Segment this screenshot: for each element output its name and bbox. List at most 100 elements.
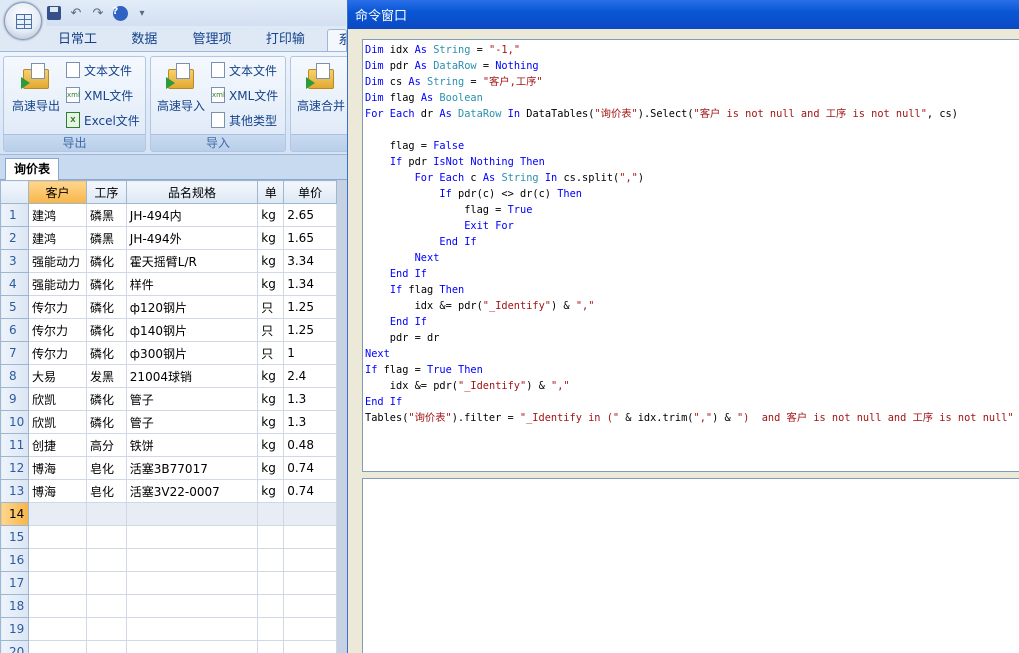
cell-unit-price[interactable]: 0.48 — [283, 433, 337, 457]
row-header[interactable]: 17 — [0, 571, 29, 595]
table-row[interactable]: 2 建鸿 磷黑 JH-494外 kg 1.65 — [0, 226, 337, 250]
cell-unit-price[interactable]: 0.74 — [283, 456, 337, 480]
table-row[interactable]: 19 — [0, 617, 337, 641]
table-row[interactable]: 1 建鸿 磷黑 JH-494内 kg 2.65 — [0, 203, 337, 227]
cell-process[interactable] — [85, 548, 127, 572]
fast-merge-button[interactable]: 高速合并 — [291, 61, 347, 114]
cell-unit-price[interactable] — [283, 571, 337, 595]
cell-customer[interactable]: 博海 — [27, 479, 87, 503]
cell-product-spec[interactable]: 管子 — [125, 387, 259, 411]
cell-unit[interactable] — [257, 617, 285, 641]
cell-product-spec[interactable]: JH-494外 — [125, 226, 259, 250]
tab-inquiry-table[interactable]: 询价表 — [5, 158, 60, 180]
cell-unit-price[interactable]: 2.65 — [283, 203, 337, 227]
column-header-unit-price[interactable]: 单价 — [283, 180, 337, 204]
cell-process[interactable]: 皂化 — [85, 456, 127, 480]
application-menu-button[interactable] — [4, 2, 42, 40]
export-excel-file-button[interactable]: X Excel文件 — [66, 110, 140, 130]
import-text-file-button[interactable]: 文本文件 — [211, 60, 277, 80]
cell-customer[interactable]: 建鸿 — [27, 203, 87, 227]
cell-unit[interactable]: kg — [257, 249, 285, 273]
cell-customer[interactable]: 创捷 — [27, 433, 87, 457]
table-row[interactable]: 11 创捷 高分 铁饼 kg 0.48 — [0, 433, 337, 457]
cell-product-spec[interactable]: ф140钢片 — [125, 318, 259, 342]
cell-process[interactable]: 磷化 — [85, 318, 127, 342]
code-editor[interactable]: Dim idx As String = "-1," Dim pdr As Data… — [362, 39, 1019, 472]
cell-unit-price[interactable]: 1.3 — [283, 410, 337, 434]
table-row[interactable]: 13 博海 皂化 活塞3V22-0007 kg 0.74 — [0, 479, 337, 503]
cell-process[interactable]: 高分 — [85, 433, 127, 457]
column-header-product-spec[interactable]: 品名规格 — [125, 180, 259, 204]
cell-process[interactable] — [85, 594, 127, 618]
cell-product-spec[interactable] — [125, 548, 259, 572]
row-header[interactable]: 10 — [0, 410, 29, 434]
cell-customer[interactable]: 传尔力 — [27, 295, 87, 319]
cell-customer[interactable] — [27, 594, 87, 618]
table-row[interactable]: 17 — [0, 571, 337, 595]
cell-product-spec[interactable]: 活塞3V22-0007 — [125, 479, 259, 503]
cell-unit-price[interactable] — [283, 502, 337, 526]
cell-process[interactable]: 磷黑 — [85, 226, 127, 250]
cell-unit-price[interactable] — [283, 640, 337, 653]
row-header[interactable]: 9 — [0, 387, 29, 411]
table-row[interactable]: 9 欣凯 磷化 管子 kg 1.3 — [0, 387, 337, 411]
cell-product-spec[interactable]: 21004球销 — [125, 364, 259, 388]
table-row[interactable]: 3 强能动力 磷化 霍天摇臂L/R kg 3.34 — [0, 249, 337, 273]
cell-process[interactable]: 皂化 — [85, 479, 127, 503]
cell-customer[interactable]: 传尔力 — [27, 341, 87, 365]
row-header[interactable]: 12 — [0, 456, 29, 480]
save-icon[interactable] — [46, 5, 62, 21]
cell-unit[interactable] — [257, 548, 285, 572]
import-other-type-button[interactable]: 其他类型 — [211, 110, 277, 130]
cell-product-spec[interactable] — [125, 617, 259, 641]
tab-daily-work[interactable]: 日常工作 — [46, 29, 119, 69]
cell-unit[interactable] — [257, 502, 285, 526]
cell-customer[interactable] — [27, 571, 87, 595]
row-header[interactable]: 4 — [0, 272, 29, 296]
cell-product-spec[interactable]: 活塞3B77017 — [125, 456, 259, 480]
row-header[interactable]: 3 — [0, 249, 29, 273]
redo-icon[interactable]: ↷ — [90, 5, 106, 21]
cell-process[interactable] — [85, 640, 127, 653]
row-header[interactable]: 13 — [0, 479, 29, 503]
cell-unit[interactable]: kg — [257, 410, 285, 434]
cell-unit-price[interactable] — [283, 525, 337, 549]
cell-product-spec[interactable] — [125, 525, 259, 549]
export-xml-file-button[interactable]: xml XML文件 — [66, 85, 133, 105]
tab-manage-project[interactable]: 管理项目 — [180, 29, 253, 69]
tab-system[interactable]: 系 — [327, 29, 347, 51]
cell-process[interactable]: 磷化 — [85, 387, 127, 411]
cell-customer[interactable]: 建鸿 — [27, 226, 87, 250]
cell-unit[interactable] — [257, 594, 285, 618]
cell-unit[interactable]: 只 — [257, 295, 285, 319]
cell-unit-price[interactable] — [283, 548, 337, 572]
row-header[interactable]: 2 — [0, 226, 29, 250]
cell-unit[interactable]: kg — [257, 456, 285, 480]
cell-unit-price[interactable]: 3.34 — [283, 249, 337, 273]
cell-customer[interactable]: 强能动力 — [27, 249, 87, 273]
customize-arrow-icon[interactable]: ▾ — [134, 5, 150, 21]
cell-unit[interactable] — [257, 640, 285, 653]
row-header[interactable]: 16 — [0, 548, 29, 572]
corner-cell[interactable] — [0, 180, 29, 204]
grid-splitter[interactable] — [337, 180, 347, 653]
row-header[interactable]: 11 — [0, 433, 29, 457]
column-header-customer[interactable]: 客户 — [27, 180, 87, 204]
row-header[interactable]: 7 — [0, 341, 29, 365]
table-row[interactable]: 18 — [0, 594, 337, 618]
cell-unit[interactable] — [257, 525, 285, 549]
table-row[interactable]: 16 — [0, 548, 337, 572]
cell-unit-price[interactable]: 1.65 — [283, 226, 337, 250]
cell-product-spec[interactable]: JH-494内 — [125, 203, 259, 227]
cell-customer[interactable]: 强能动力 — [27, 272, 87, 296]
cell-unit[interactable]: kg — [257, 433, 285, 457]
cell-unit[interactable]: 只 — [257, 318, 285, 342]
code-text[interactable]: Dim idx As String = "-1," Dim pdr As Data… — [363, 40, 1019, 428]
cell-product-spec[interactable]: 铁饼 — [125, 433, 259, 457]
row-header[interactable]: 14 — [0, 502, 29, 526]
cell-product-spec[interactable] — [125, 571, 259, 595]
row-header[interactable]: 19 — [0, 617, 29, 641]
cell-process[interactable]: 磷化 — [85, 341, 127, 365]
row-header[interactable]: 15 — [0, 525, 29, 549]
cell-product-spec[interactable]: 霍天摇臂L/R — [125, 249, 259, 273]
